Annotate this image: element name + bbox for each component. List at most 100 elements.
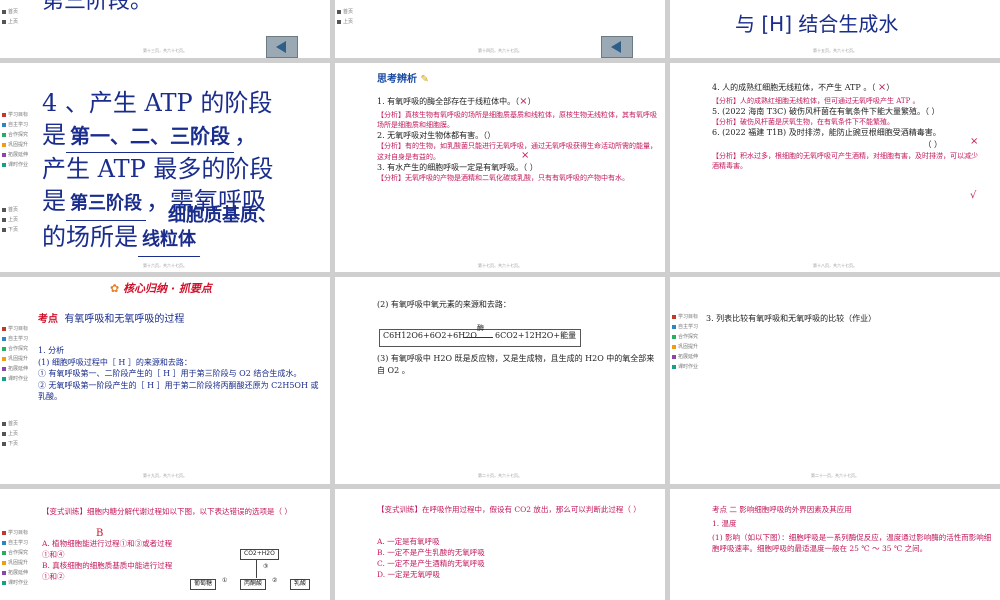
nav-item[interactable]: 合作探究 [2, 131, 28, 138]
nav-home[interactable]: 首页 [2, 420, 18, 427]
page-number: 第十六页，共六十七页。 [143, 263, 187, 268]
paragraph: 1. 温度 [712, 519, 737, 528]
nav-item[interactable]: 学习目标 [2, 111, 28, 118]
paragraph: (1) 影响（如以下图）：细胞呼吸是一系列酶促反应，温度通过影响酶的活性而影响细… [712, 533, 992, 553]
nav-item[interactable]: 合作探究 [2, 345, 28, 352]
diagram-node: 丙酮酸 [240, 579, 267, 590]
nav-item[interactable]: 自主学习 [2, 335, 28, 342]
nav-home[interactable]: 首页 [337, 8, 353, 15]
equation-enzyme: 酶 [477, 324, 484, 332]
analysis-4: 【分析】人的成熟红细胞无线粒体，但可通过无氧呼吸产生 ATP 。 [712, 96, 920, 105]
nav-prev[interactable]: 上页 [337, 18, 353, 25]
slide-text: 第三阶段。 [42, 0, 153, 14]
slide-16[interactable]: 学习目标 自主学习 合作探究 巩固提升 拓展延伸 课时作业 首页 上页 下页 4… [0, 63, 330, 272]
nav-item[interactable]: 自主学习 [2, 539, 28, 546]
nav-item[interactable]: 合作探究 [2, 549, 28, 556]
nav-item[interactable]: 巩固提升 [672, 343, 698, 350]
pencil-icon: ✎ [420, 74, 429, 85]
option-b: B. 真核细胞的细胞质基质中能进行过程①和② [42, 560, 173, 581]
analysis-5: 【分析】破伤风杆菌是厌氧生物，在有氧条件下不能繁殖。 [712, 118, 894, 127]
analysis-3: 【分析】无氧呼吸的产物是酒精和二氧化碳或乳酸，只有有氧呼吸的产物中有水。 [377, 174, 629, 183]
nav-item[interactable]: 拓展延伸 [2, 569, 28, 576]
question-stem: 【变式训练】在呼吸作用过程中，假设有 CO2 放出，那么可以判断此过程（ ） [377, 505, 641, 514]
slide-14[interactable]: 首页 上页 第十四页，共六十七页。 [335, 0, 665, 58]
topic-title: 考点 有氧呼吸和无氧呼吸的过程 [38, 314, 185, 325]
nav-item[interactable]: 自主学习 [672, 323, 698, 330]
slide-19[interactable]: 学习目标 自主学习 合作探究 巩固提升 拓展延伸 课时作业 首页 上页 下页 ✿… [0, 277, 330, 484]
back-arrow-icon[interactable] [601, 36, 633, 58]
nav-item[interactable]: 巩固提升 [2, 559, 28, 566]
slide-23[interactable]: 【变式训练】在呼吸作用过程中，假设有 CO2 放出，那么可以判断此过程（ ） A… [335, 489, 665, 600]
diagram-step: ② [272, 577, 278, 584]
judge-list: 1. 有氧呼吸的酶全部存在于线粒体中。（×） 【分析】真核生物有氧呼吸的场所是细… [377, 95, 657, 183]
question-6: 6. (2022 福建 T1B) 及时排涝，能防止豌豆根细胞受酒精毒害。 [712, 128, 941, 138]
diagram-step: ① [222, 577, 228, 584]
section-header: 思考辨析 ✎ [377, 74, 429, 85]
page-number: 第十八页，共六十七页。 [813, 263, 857, 268]
slide-21[interactable]: 学习目标 自主学习 合作探究 巩固提升 拓展延伸 课时作业 3. 列表比较有氧呼… [670, 277, 1000, 484]
slide-13[interactable]: 首页 上页 第三阶段。 第十三页，共六十七页。 [0, 0, 330, 58]
nav-item[interactable]: 拓展延伸 [2, 151, 28, 158]
nav-item[interactable]: 课时作业 [2, 161, 28, 168]
paragraph: 1. 分析 [38, 346, 65, 355]
analysis-2: 【分析】有的生物，如乳酸菌只能进行无氧呼吸，通过无氧呼吸获得生命活动所需的能量，… [377, 142, 657, 161]
section-banner: ✿ 核心归纳 · 抓要点 [110, 282, 212, 295]
nav-item[interactable]: 拓展延伸 [2, 365, 28, 372]
nav-home[interactable]: 首页 [2, 8, 18, 15]
diagram-connector [256, 560, 257, 578]
nav-item[interactable]: 合作探究 [672, 333, 698, 340]
answer-blank: 第一、二、三阶段 [66, 120, 234, 153]
nav-item[interactable]: 学习目标 [672, 313, 698, 320]
diagram-step: ③ [263, 563, 269, 570]
topic-title: 考点 二 影响细胞呼吸的外界因素及其应用 [712, 505, 852, 514]
nav-prev[interactable]: 上页 [2, 430, 18, 437]
slide-18[interactable]: 4. 人的成熟红细胞无线粒体，不产生 ATP 。（ ×） 【分析】人的成熟红细胞… [670, 63, 1000, 272]
nav-item[interactable]: 学习目标 [2, 325, 28, 332]
paragraph: (2) 有氧呼吸中氧元素的来源和去路： [377, 300, 511, 309]
slide-15[interactable]: 与 [H] 结合生成水 第十五页，共六十七页。 [670, 0, 1000, 58]
question-3: 3. 有水产生的细胞呼吸一定是有氧呼吸。（ ） [377, 162, 538, 172]
line-1: 4 、产生 ATP 的阶段 [42, 89, 273, 117]
page-number: 第二十一页，共六十七页。 [811, 473, 859, 478]
paragraph: ② 无氧呼吸第一阶段产生的［ H ］用于第二阶段将丙酮酸还原为 C2H5OH 或… [38, 380, 319, 402]
nav-item[interactable]: 课时作业 [2, 579, 28, 586]
slide-20[interactable]: (2) 有氧呼吸中氧元素的来源和去路： C6H12O6+6O2+6H2O 酶 6… [335, 277, 665, 484]
page-number: 第二十页，共六十七页。 [478, 473, 522, 478]
slide-24[interactable]: 考点 二 影响细胞呼吸的外界因素及其应用 1. 温度 (1) 影响（如以下图）：… [670, 489, 1000, 600]
question-1: 1. 有氧呼吸的酶全部存在于线粒体中。（×） [377, 96, 536, 107]
nav-home[interactable]: 首页 [2, 206, 18, 213]
options: A. 一定是有氧呼吸 B. 一定不是产生乳酸的无氧呼吸 C. 一定不是产生酒精的… [377, 537, 657, 581]
nav-item[interactable]: 巩固提升 [2, 355, 28, 362]
nav-next[interactable]: 下页 [2, 440, 18, 447]
diagram-node: CO2+H2O [240, 549, 279, 560]
option-b: B. 一定不是产生乳酸的无氧呼吸 [377, 547, 485, 557]
equation-left: C6H12O6+6O2+6H2O [383, 331, 477, 340]
nav-item[interactable]: 巩固提升 [2, 141, 28, 148]
page-number: 第十七页，共六十七页。 [478, 263, 522, 268]
nav-item[interactable]: 课时作业 [2, 375, 28, 382]
question-6-paren: （ ） [923, 139, 942, 149]
wrong-mark: × [970, 136, 979, 147]
slide-22[interactable]: 学习目标 自主学习 合作探究 巩固提升 拓展延伸 课时作业 【变式训练】细胞内糖… [0, 489, 330, 600]
question-5: 5. (2022 海南 T3C) 破伤风杆菌在有氧条件下能大量繁殖。（ ） [712, 106, 940, 116]
question-stem: 【变式训练】细胞内糖分解代谢过程如以下图，以下表达错误的选项是（ ） [42, 507, 292, 516]
analysis-1: 【分析】真核生物有氧呼吸的场所是细胞质基质和线粒体，原核生物无线粒体，其有氧呼吸… [377, 110, 657, 129]
nav-item[interactable]: 拓展延伸 [672, 353, 698, 360]
nav-next[interactable]: 下页 [2, 226, 18, 233]
nav-prev[interactable]: 上页 [2, 216, 18, 223]
wrong-mark: × [521, 150, 530, 161]
slide-17[interactable]: 思考辨析 ✎ 1. 有氧呼吸的酶全部存在于线粒体中。（×） 【分析】真核生物有氧… [335, 63, 665, 272]
page-number: 第十五页，共六十七页。 [813, 48, 857, 53]
answer-blank: 第三阶段 [66, 188, 146, 221]
back-arrow-icon[interactable] [266, 36, 298, 58]
equation-arrow [463, 337, 493, 338]
nav-item[interactable]: 学习目标 [2, 529, 28, 536]
paragraph: (1) 细胞呼吸过程中［ H ］的来源和去路： [38, 357, 192, 367]
flower-icon: ✿ [110, 282, 120, 295]
nav-item[interactable]: 课时作业 [672, 363, 698, 370]
nav-prev[interactable]: 上页 [2, 18, 18, 25]
analysis-6: 【分析】积水过多，根细胞的无氧呼吸可产生酒精，对细胞有害，及时排涝，可以减少酒精… [712, 151, 978, 170]
paragraph: 3. 列表比较有氧呼吸和无氧呼吸的比较（作业） [706, 314, 877, 323]
nav-item[interactable]: 自主学习 [2, 121, 28, 128]
option-a: A. 植物细胞能进行过程①和③或者过程①和④ [42, 539, 173, 559]
